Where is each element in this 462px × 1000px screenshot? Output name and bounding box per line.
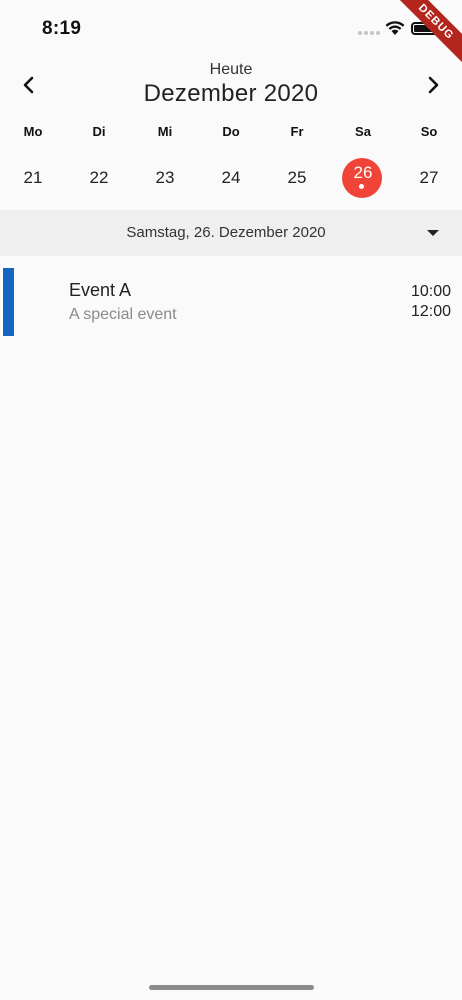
date-number: 25: [287, 168, 307, 187]
date-cell-27[interactable]: 27: [396, 156, 462, 200]
weekday-mi: Mi: [157, 124, 173, 139]
date-number: 21: [23, 168, 43, 187]
weekday-fr: Fr: [290, 124, 304, 139]
weekday-mo: Mo: [23, 124, 43, 139]
chevron-right-icon: [428, 76, 439, 94]
status-time: 8:19: [42, 18, 82, 39]
date-number: 24: [221, 168, 241, 187]
date-cell-24[interactable]: 24: [198, 156, 264, 200]
weekday-sa: Sa: [355, 124, 371, 139]
date-number: 23: [155, 168, 175, 187]
date-number: 26: [353, 163, 373, 182]
month-title: Dezember 2020: [143, 80, 319, 107]
selected-date-bar[interactable]: Samstag, 26. Dezember 2020: [0, 210, 462, 256]
date-row: 21 22 23 24 25 26 27: [0, 156, 462, 200]
wifi-icon: [385, 21, 405, 35]
calendar-header: Heute Dezember 2020: [0, 58, 462, 110]
weekday-do: Do: [222, 124, 240, 139]
next-week-button[interactable]: [418, 70, 448, 100]
dropdown-arrow-icon: [427, 230, 439, 236]
event-indicator-dot: [359, 184, 364, 189]
date-number: 22: [89, 168, 109, 187]
date-cell-22[interactable]: 22: [66, 156, 132, 200]
event-list-item[interactable]: Event A A special event 10:00 12:00: [0, 268, 462, 336]
event-end-time: 12:00: [410, 303, 451, 320]
event-color-bar: [3, 268, 14, 336]
signal-icon: [358, 31, 380, 35]
date-number: 27: [419, 168, 439, 187]
status-bar: 8:19: [0, 0, 462, 58]
date-cell-26-selected[interactable]: 26: [330, 156, 396, 200]
today-button[interactable]: Heute: [0, 61, 462, 79]
event-start-time: 10:00: [410, 283, 451, 300]
weekday-di: Di: [92, 124, 106, 139]
calendar-screen: 8:19 DEBUG Heute Dezember 2020 Mo Di Mi …: [0, 0, 462, 1000]
date-cell-21[interactable]: 21: [0, 156, 66, 200]
weekday-so: So: [420, 124, 438, 139]
date-cell-25[interactable]: 25: [264, 156, 330, 200]
selected-date-label: Samstag, 26. Dezember 2020: [126, 224, 326, 241]
weekday-row: Mo Di Mi Do Fr Sa So: [0, 124, 462, 144]
event-title: Event A: [69, 280, 132, 300]
date-cell-23[interactable]: 23: [132, 156, 198, 200]
home-indicator[interactable]: [149, 985, 314, 990]
event-subtitle: A special event: [69, 306, 177, 323]
